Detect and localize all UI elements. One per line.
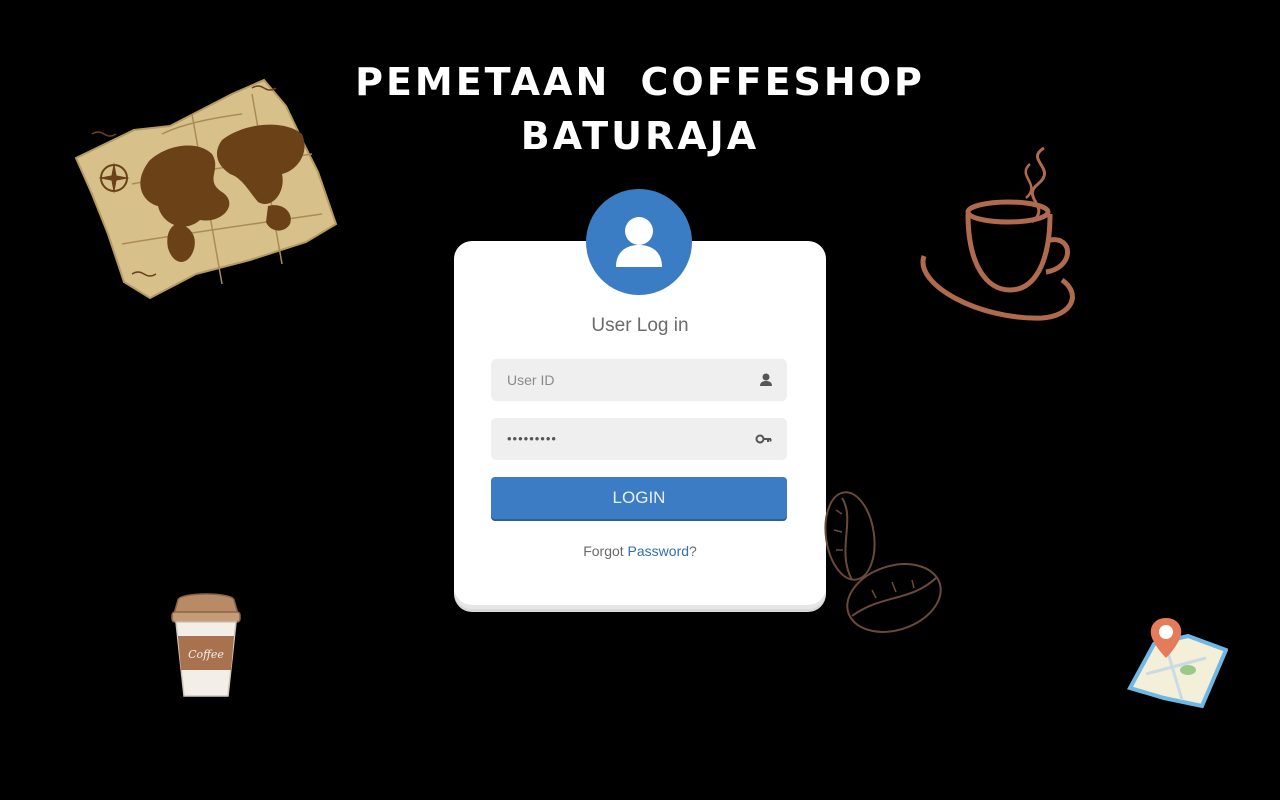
password-input[interactable]: ••••••••• <box>491 418 787 460</box>
key-icon <box>755 434 772 444</box>
forgot-password: Forgot Password? <box>454 543 826 559</box>
user-id-input[interactable]: User ID <box>491 359 787 401</box>
takeaway-coffee-cup-illustration: Coffee <box>171 593 241 697</box>
forgot-password-link[interactable]: Password <box>628 543 689 559</box>
user-id-placeholder: User ID <box>507 372 555 388</box>
coffee-beans-illustration <box>824 491 942 633</box>
forgot-prefix: Forgot <box>583 543 624 559</box>
map-pin-illustration <box>1127 618 1228 709</box>
login-button[interactable]: LOGIN <box>491 477 787 519</box>
coffee-cup-illustration <box>920 146 1075 321</box>
treasure-map-illustration <box>74 78 338 300</box>
forgot-suffix: ? <box>689 543 697 559</box>
password-value: ••••••••• <box>507 431 557 446</box>
cup-label: Coffee <box>188 648 224 661</box>
login-heading: User Log in <box>591 315 689 336</box>
user-avatar-icon <box>586 189 692 295</box>
user-icon <box>760 373 772 386</box>
